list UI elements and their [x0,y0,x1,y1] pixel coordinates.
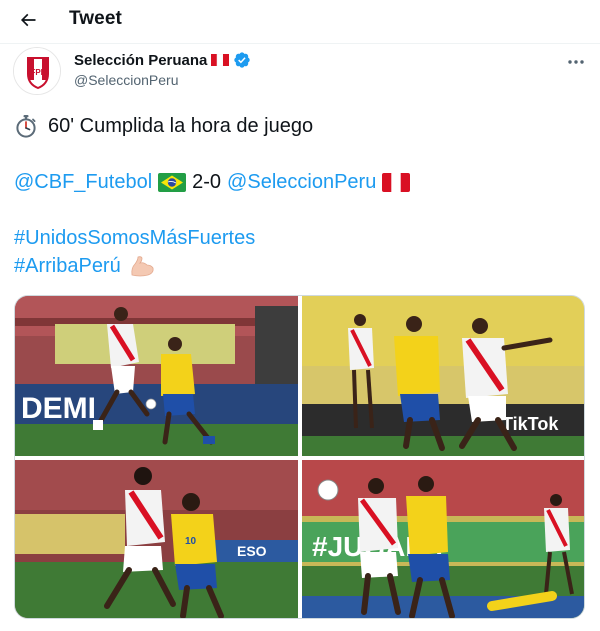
hashtag-arriba-peru[interactable]: #ArribaPerú [14,252,121,280]
tweet-text: 60' Cumplida la hora de juego @CBF_Futeb… [14,112,584,280]
back-button[interactable] [12,4,44,36]
photo-1-banner: DEMI [21,392,96,425]
photo-3[interactable]: ESO 10 [15,460,298,618]
photo-1-image: DEMI [15,296,298,456]
mention-seleccion-peru[interactable]: @SeleccionPeru [227,168,376,196]
tweet-line-1: 60' Cumplida la hora de juego [14,112,584,140]
photo-4-image: #JUGALA [302,460,584,618]
tweet-line-1-text: 60' Cumplida la hora de juego [48,115,314,137]
photo-3-image: ESO 10 [15,460,298,618]
hashtag-unidos[interactable]: #UnidosSomosMásFuertes [14,224,255,252]
fpf-crest-icon: FPF [14,48,60,94]
photo-2[interactable]: TikTok [302,296,584,456]
peru-flag-icon [382,172,411,192]
svg-text:FPF: FPF [30,68,45,77]
media-gutter-horizontal [15,456,584,460]
media-grid: DEMI TikTok ESO 10 [14,295,585,619]
photo-2-image: TikTok [302,296,584,456]
peru-flag-icon [211,54,230,66]
mention-cbf[interactable]: @CBF_Futebol [14,168,152,196]
photo-2-banner: TikTok [502,414,559,434]
page-title: Tweet [69,8,122,29]
tweet-spacer [14,196,584,224]
svg-text:10: 10 [185,536,197,547]
match-score: 2-0 [192,171,222,193]
verified-badge-icon [234,52,251,68]
top-bar: Tweet [0,0,600,40]
more-options-button[interactable] [562,52,590,72]
hashtag-line-2: #ArribaPerú [14,252,584,280]
tweet-spacer [14,140,584,168]
photo-4[interactable]: #JUGALA [302,460,584,618]
header-divider [0,43,600,44]
more-horizontal-icon [568,60,584,64]
photo-1[interactable]: DEMI [15,296,298,456]
brazil-flag-icon [158,172,187,192]
arrow-left-icon [20,13,36,27]
tweet-score-line: @CBF_Futebol 2-0 @SeleccionPeru [14,168,584,196]
hashtag-line-1: #UnidosSomosMásFuertes [14,224,584,252]
author-handle[interactable]: @SeleccionPeru [74,72,251,88]
author-name[interactable]: Selección Peruana [74,52,207,69]
avatar[interactable]: FPF [13,47,61,95]
stopwatch-icon [16,115,36,138]
author-block: Selección Peruana @SeleccionPeru [74,50,251,88]
photo-3-banner: ESO [237,543,267,559]
flexed-biceps-icon [131,256,154,277]
